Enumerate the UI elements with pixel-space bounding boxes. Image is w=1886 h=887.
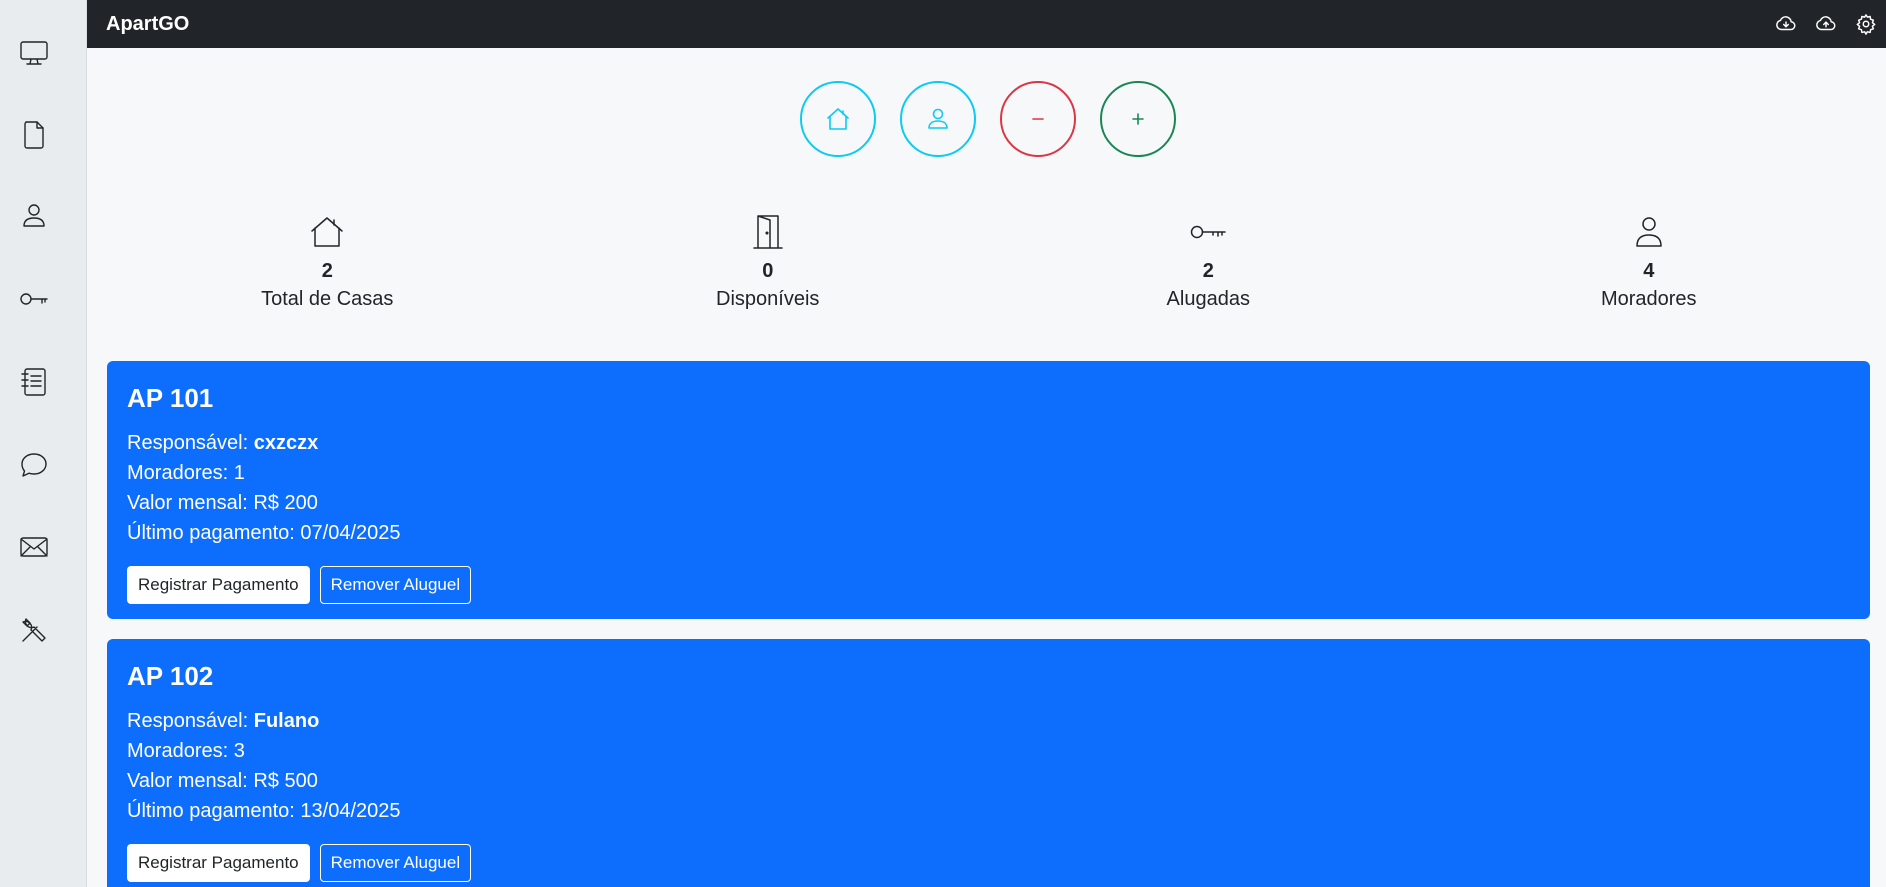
register-payment-button[interactable]: Registrar Pagamento [127,566,310,604]
chat-icon [20,453,47,477]
register-payment-button[interactable]: Registrar Pagamento [127,844,310,882]
cloud-download-icon [1776,16,1796,31]
app-title: ApartGO [106,12,190,35]
responsible-name: cxzczx [253,432,319,454]
download-button[interactable] [1766,4,1806,44]
sidebar-item-tenants[interactable] [0,191,67,241]
sidebar-item-documents[interactable] [0,110,67,160]
minus-icon [1032,118,1044,120]
remove-button[interactable] [1000,81,1076,157]
upload-button[interactable] [1806,4,1846,44]
stat-label: Disponíveis [716,288,820,310]
stat-rented: 2 Alugadas [988,212,1429,322]
stat-value: 2 [321,260,333,282]
key-icon [19,293,48,305]
sidebar-item-dashboard[interactable] [0,28,67,78]
monthly-value-line: Valor mensal: R$ 200 [127,492,318,514]
stat-value: 0 [762,260,774,282]
responsible-line: Responsável: Fulano [127,706,1850,736]
plus-icon [1132,113,1144,125]
sidebar-item-rentals[interactable] [0,274,67,324]
settings-button[interactable] [1846,4,1886,44]
door-icon [753,215,783,249]
residents-line: Moradores: 1 [127,462,245,484]
remove-rental-button[interactable]: Remover Aluguel [319,844,472,882]
quick-actions [800,81,1200,157]
document-icon [23,121,44,149]
sidebar-item-messages[interactable] [0,440,67,490]
stat-label: Moradores [1600,288,1697,310]
stat-value: 2 [1202,260,1214,282]
envelope-icon [19,537,48,557]
person-icon [22,204,45,227]
apartment-title: AP 101 [127,383,214,413]
person-icon [1636,217,1662,247]
responsible-label: Responsável: [127,432,249,454]
responsible-line: Responsável: cxzczx [127,428,1850,458]
residents-line: Moradores: 3 [127,740,245,762]
stats-row: 2 Total de Casas 0 Disponíveis 2 Alugada… [107,212,1869,322]
stat-residents: 4 Moradores [1429,212,1870,322]
responsible-label: Responsável: [127,710,249,732]
gear-icon [1856,14,1876,35]
stat-label: Total de Casas [261,288,394,310]
cloud-upload-icon [1816,16,1836,31]
stat-value: 4 [1643,260,1655,282]
sidebar-item-mail[interactable] [0,522,67,572]
stat-label: Alugadas [1166,288,1250,310]
sidebar [0,0,87,887]
house-icon [311,217,343,247]
add-house-button[interactable] [800,81,876,157]
monitor-icon [19,41,48,65]
sidebar-item-reports[interactable] [0,357,67,407]
stat-total-houses: 2 Total de Casas [107,212,548,322]
key-icon [1191,225,1226,239]
add-tenant-button[interactable] [900,81,976,157]
apartment-title: AP 102 [127,661,214,691]
last-payment-line: Último pagamento: 13/04/2025 [127,800,401,822]
responsible-name: Fulano [253,710,320,732]
stat-available: 0 Disponíveis [548,212,989,322]
last-payment-line: Último pagamento: 07/04/2025 [127,522,401,544]
person-icon [928,108,948,129]
apartment-card: AP 101 Responsável: cxzczx Moradores: 1 … [107,361,1870,619]
sidebar-item-settings[interactable] [0,605,67,655]
apartment-card: AP 102 Responsável: Fulano Moradores: 3 … [107,639,1870,887]
top-navbar: ApartGO [87,0,1886,48]
monthly-value-line: Valor mensal: R$ 500 [127,770,318,792]
journal-list-icon [20,368,46,396]
add-button[interactable] [1100,81,1176,157]
remove-rental-button[interactable]: Remover Aluguel [319,566,472,604]
tools-icon [21,618,46,642]
house-icon [827,108,849,130]
